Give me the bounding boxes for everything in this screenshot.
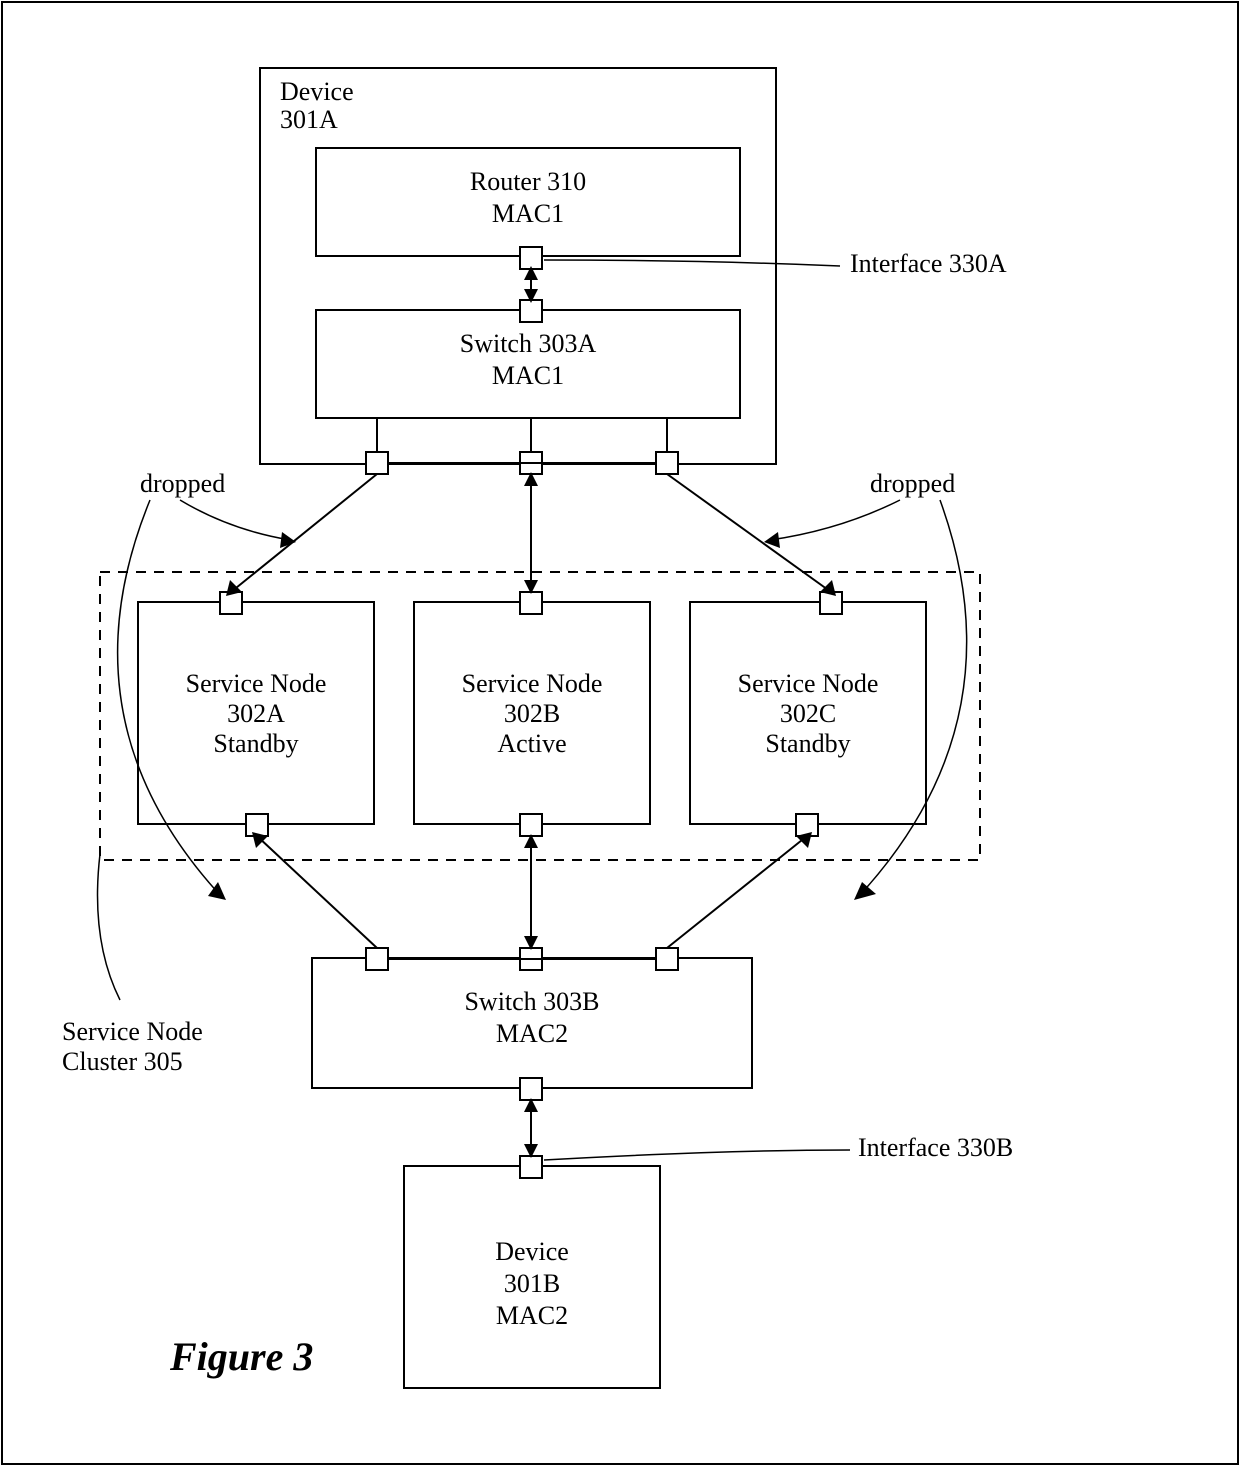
node-c-title: Service Node <box>738 669 879 698</box>
node-c-id: 302C <box>780 699 836 728</box>
node-b-port-top <box>520 592 542 614</box>
node-a-title: Service Node <box>186 669 327 698</box>
port-switch-a-top <box>520 300 542 322</box>
router-title: Router 310 <box>470 167 586 196</box>
device-a-title: Device <box>280 77 354 106</box>
port-switcha-left <box>366 452 388 474</box>
switch-b-mac: MAC2 <box>496 1019 568 1048</box>
port-switcha-right <box>656 452 678 474</box>
cluster-l2: Cluster 305 <box>62 1047 183 1076</box>
port-switchb-right <box>656 948 678 970</box>
switch-a-title: Switch 303A <box>460 329 597 358</box>
label-dropped-right: dropped <box>870 469 955 498</box>
port-device-b-top <box>520 1156 542 1178</box>
device-a-id: 301A <box>280 105 338 134</box>
port-router-bottom <box>520 247 542 269</box>
node-b-title: Service Node <box>462 669 603 698</box>
node-c-port-top <box>820 592 842 614</box>
switch-b-title: Switch 303B <box>464 987 599 1016</box>
diagram-svg: Device 301A Router 310 MAC1 Switch 303A … <box>0 0 1240 1466</box>
device-b-id: 301B <box>504 1269 560 1298</box>
router-mac: MAC1 <box>492 199 564 228</box>
port-switchb-left <box>366 948 388 970</box>
figure-label: Figure 3 <box>169 1334 313 1379</box>
label-dropped-left: dropped <box>140 469 225 498</box>
diagram-stage: Device 301A Router 310 MAC1 Switch 303A … <box>0 0 1240 1466</box>
label-interface-a: Interface 330A <box>850 249 1007 278</box>
node-a-state: Standby <box>213 729 298 758</box>
device-b-mac: MAC2 <box>496 1301 568 1330</box>
node-a-port-top <box>220 592 242 614</box>
node-b-port-bottom <box>520 814 542 836</box>
node-a-id: 302A <box>227 699 285 728</box>
port-switchb-bottom <box>520 1078 542 1100</box>
node-b-state: Active <box>497 729 566 758</box>
node-c-state: Standby <box>765 729 850 758</box>
node-a-port-bottom <box>246 814 268 836</box>
label-interface-b: Interface 330B <box>858 1133 1013 1162</box>
switch-a-mac: MAC1 <box>492 361 564 390</box>
device-b-title: Device <box>495 1237 569 1266</box>
node-c-port-bottom <box>796 814 818 836</box>
node-b-id: 302B <box>504 699 560 728</box>
cluster-l1: Service Node <box>62 1017 203 1046</box>
